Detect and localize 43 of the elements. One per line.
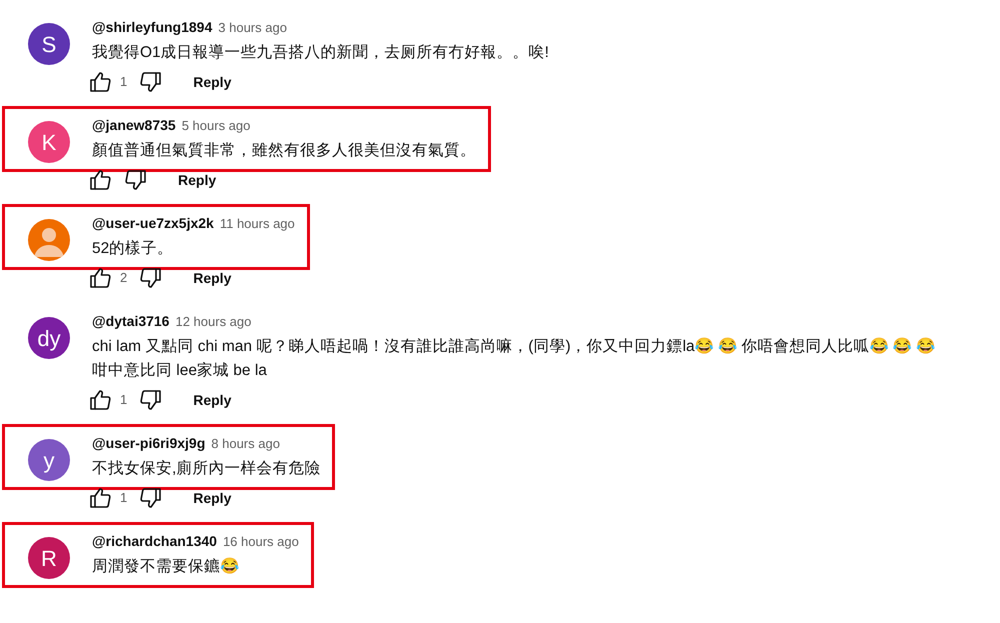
reply-button[interactable]: Reply	[193, 488, 232, 508]
comment-time[interactable]: 11 hours ago	[220, 214, 295, 234]
comment-time[interactable]: 12 hours ago	[175, 312, 252, 332]
reply-button[interactable]: Reply	[193, 268, 232, 288]
thumbs-up-icon[interactable]	[88, 388, 112, 412]
like-count: 1	[120, 391, 128, 410]
thumbs-down-icon[interactable]	[139, 388, 164, 412]
author-name[interactable]: @shirleyfung1894	[92, 17, 212, 38]
avatar[interactable]: K	[28, 121, 70, 163]
author-name[interactable]: @user-pi6ri9xj9g	[92, 433, 206, 454]
author-name[interactable]: @dytai3716	[92, 311, 170, 332]
reply-button[interactable]: Reply	[193, 390, 232, 410]
thumbs-down-icon[interactable]	[139, 486, 164, 510]
thumbs-down-icon[interactable]	[139, 70, 164, 94]
like-count: 2	[120, 269, 128, 288]
comment-text: 52的樣子。	[92, 239, 174, 259]
comment-text: 顏值普通但氣質非常，雖然有很多人很美但沒有氣質。	[92, 140, 476, 161]
comment-text: 我覺得O1成日報導一些九吾搭八的新聞，去厕所有冇好報。。唉!	[92, 43, 549, 63]
thumbs-up-icon[interactable]	[88, 70, 112, 94]
author-name[interactable]: @user-ue7zx5jx2k	[92, 213, 214, 234]
comment-time[interactable]: 16 hours ago	[222, 532, 299, 552]
comment-text: chi lam 又點同 chi man 呢？睇人唔起喎！沒有誰比誰高尚嘛，(同學)，你又中回力鏢la😂 😂 你唔會想同人比呱😂 😂 😂 咁中意比同 lee家城 be la	[92, 336, 936, 381]
reply-button[interactable]: Reply	[178, 170, 216, 190]
thumbs-up-icon[interactable]	[88, 168, 112, 192]
like-count: 1	[120, 489, 128, 508]
like-count: 1	[120, 73, 128, 92]
author-name[interactable]: @richardchan1340	[92, 531, 217, 552]
thumbs-down-icon[interactable]	[139, 266, 164, 290]
comment-time[interactable]: 3 hours ago	[218, 18, 287, 38]
author-name[interactable]: @janew8735	[92, 115, 176, 136]
thumbs-up-icon[interactable]	[88, 266, 112, 290]
reply-button[interactable]: Reply	[193, 72, 232, 92]
avatar[interactable]: R	[28, 537, 70, 579]
avatar[interactable]: y	[28, 439, 70, 481]
comment-text: 周潤發不需要保鑣😂	[92, 556, 240, 577]
avatar-silhouette-icon[interactable]	[28, 219, 70, 261]
comment-time[interactable]: 5 hours ago	[182, 116, 250, 136]
avatar[interactable]: dy	[28, 317, 70, 359]
thumbs-down-icon[interactable]	[124, 168, 148, 192]
comment-text: 不找女保安,廁所內一样会有危險	[92, 459, 320, 479]
comment-time[interactable]: 8 hours ago	[211, 434, 280, 454]
thumbs-up-icon[interactable]	[88, 486, 112, 510]
avatar[interactable]: S	[28, 23, 70, 65]
